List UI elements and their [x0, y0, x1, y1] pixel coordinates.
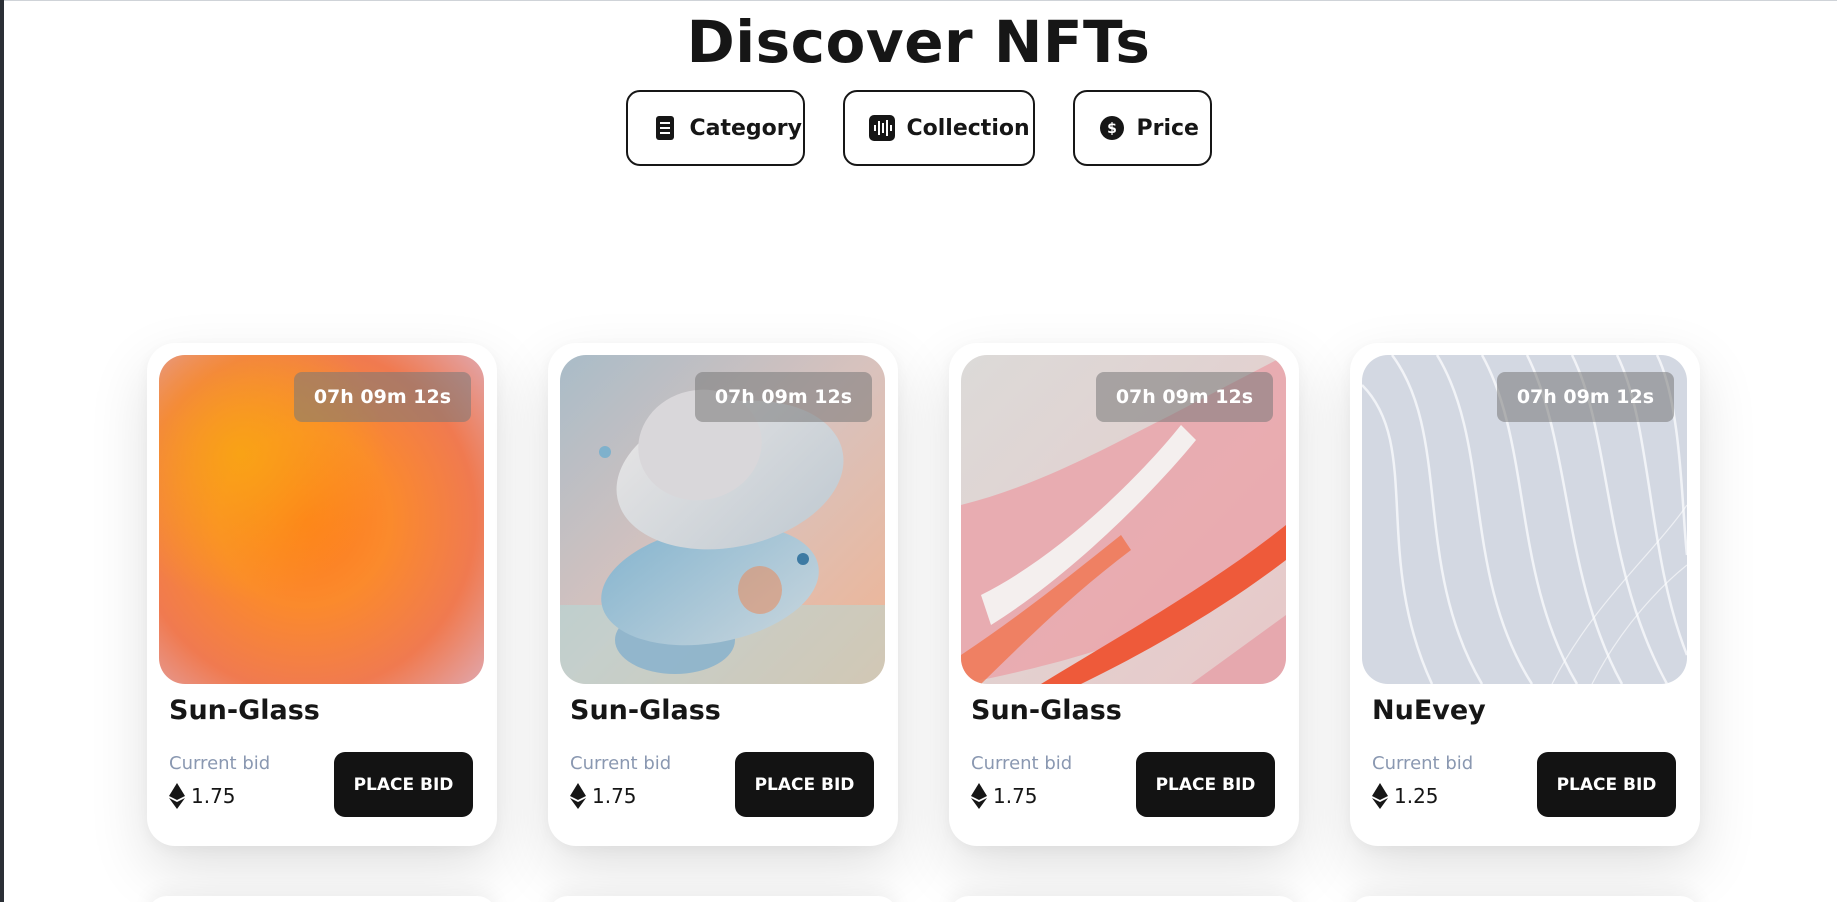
bid-amount: 1.75 — [592, 784, 637, 808]
place-bid-button[interactable]: PLACE BID — [1136, 752, 1275, 817]
filter-bar: Category Collection $ Price — [0, 90, 1837, 166]
current-bid-value: 1.75 — [570, 783, 637, 809]
nft-card[interactable]: 07h 09m 12s Sun-Glass Current bid 1.75 P… — [548, 343, 898, 846]
page-title: Discover NFTs — [686, 8, 1151, 76]
current-bid-label: Current bid — [971, 753, 1073, 774]
current-bid-value: 1.25 — [1372, 783, 1439, 809]
bid-amount: 1.75 — [191, 784, 236, 808]
price-filter-button[interactable]: $ Price — [1072, 90, 1212, 166]
window-top-border — [0, 0, 1837, 1]
nft-image: 07h 09m 12s — [961, 355, 1286, 684]
nft-card-partial[interactable] — [147, 896, 497, 902]
nft-card-partial[interactable] — [548, 896, 898, 902]
category-filter-label: Category — [689, 115, 802, 141]
nft-image: 07h 09m 12s — [560, 355, 885, 684]
ethereum-icon — [971, 783, 987, 809]
place-bid-button[interactable]: PLACE BID — [735, 752, 874, 817]
price-filter-label: Price — [1136, 115, 1199, 141]
bid-amount: 1.25 — [1394, 784, 1439, 808]
auction-timer: 07h 09m 12s — [1496, 372, 1674, 422]
audio-wave-icon — [868, 115, 895, 141]
current-bid-label: Current bid — [1372, 753, 1474, 774]
nft-card[interactable]: 07h 09m 12s Sun-Glass Current bid 1.75 P… — [147, 343, 497, 846]
collection-filter-label: Collection — [906, 115, 1030, 141]
ethereum-icon — [570, 783, 586, 809]
svg-text:$: $ — [1107, 121, 1117, 137]
collection-filter-button[interactable]: Collection — [842, 90, 1035, 166]
place-bid-button[interactable]: PLACE BID — [334, 752, 473, 817]
document-icon — [652, 115, 678, 141]
nft-image: 07h 09m 12s — [159, 355, 484, 684]
nft-name: Sun-Glass — [971, 695, 1122, 726]
auction-timer: 07h 09m 12s — [1095, 372, 1273, 422]
auction-timer: 07h 09m 12s — [293, 372, 471, 422]
nft-card-partial[interactable] — [949, 896, 1299, 902]
nft-name: Sun-Glass — [570, 695, 721, 726]
nft-name: NuEvey — [1372, 695, 1486, 726]
category-filter-button[interactable]: Category — [625, 90, 805, 166]
current-bid-label: Current bid — [169, 753, 271, 774]
nft-card[interactable]: 07h 09m 12s Sun-Glass Current bid 1.75 P… — [949, 343, 1299, 846]
nft-image: 07h 09m 12s — [1362, 355, 1687, 684]
dollar-coin-icon: $ — [1099, 115, 1125, 141]
auction-timer: 07h 09m 12s — [694, 372, 872, 422]
ethereum-icon — [1372, 783, 1388, 809]
nft-name: Sun-Glass — [169, 695, 320, 726]
nft-card[interactable]: 07h 09m 12s NuEvey Current bid 1.25 PLAC… — [1350, 343, 1700, 846]
current-bid-label: Current bid — [570, 753, 672, 774]
bid-amount: 1.75 — [993, 784, 1038, 808]
ethereum-icon — [169, 783, 185, 809]
current-bid-value: 1.75 — [971, 783, 1038, 809]
place-bid-button[interactable]: PLACE BID — [1537, 752, 1676, 817]
nft-card-partial[interactable] — [1350, 896, 1700, 902]
current-bid-value: 1.75 — [169, 783, 236, 809]
